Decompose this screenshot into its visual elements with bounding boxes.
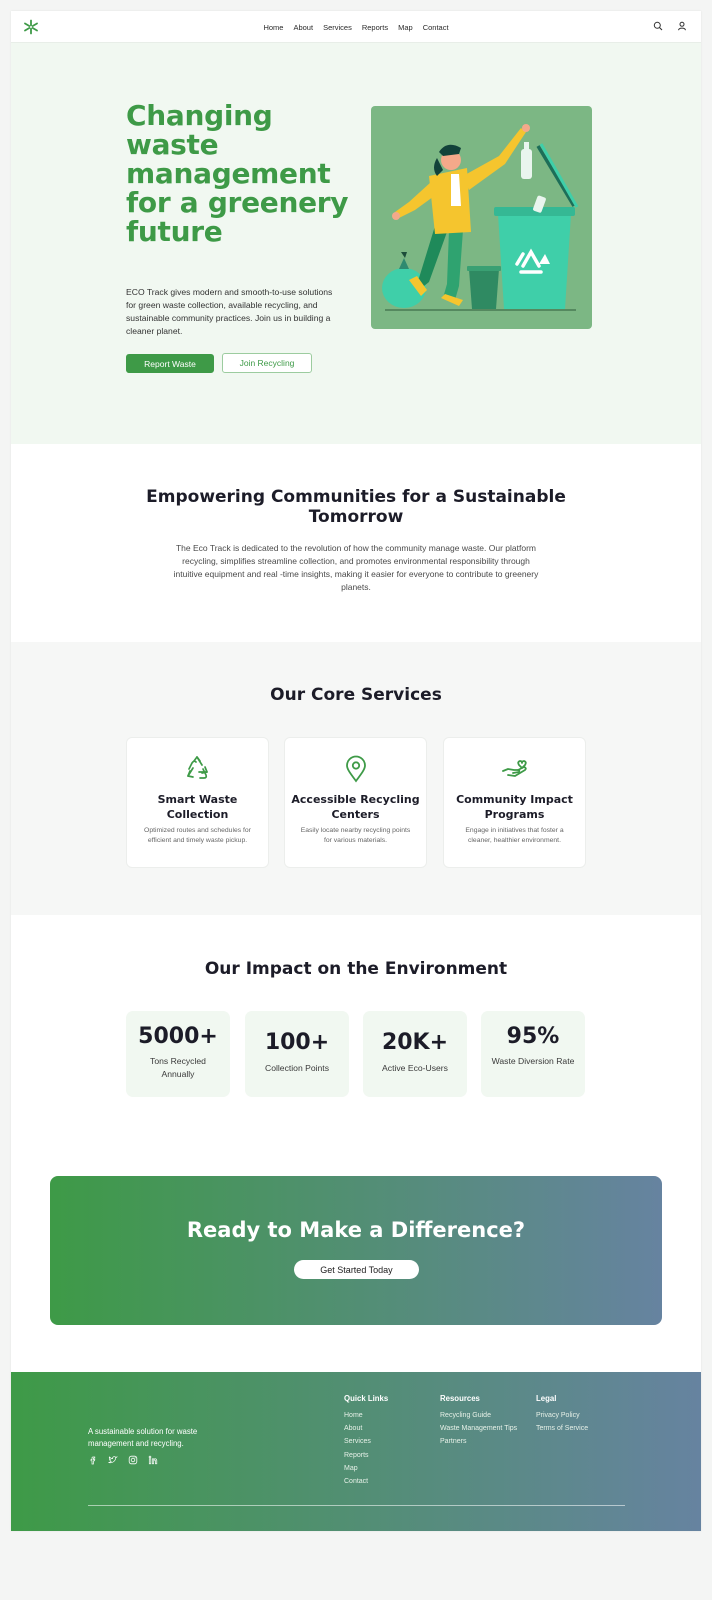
mission-text: The Eco Track is dedicated to the revolu… — [173, 543, 539, 592]
service-text: Easily locate nearby recycling points fo… — [300, 827, 411, 844]
service-title: Accessible Recycling Centers — [291, 793, 420, 821]
footer-column-resources: Resources Recycling Guide Waste Manageme… — [440, 1394, 517, 1449]
social-links — [88, 1455, 158, 1465]
nav-links: Home About Services Reports Map Contact — [11, 11, 701, 43]
search-icon[interactable] — [653, 21, 663, 31]
service-card-smart-waste-collection[interactable]: Smart Waste Collection Optimized routes … — [126, 737, 269, 868]
footer-link-services[interactable]: Services — [344, 1435, 388, 1448]
service-card-community-impact-programs[interactable]: Community Impact Programs Engage in init… — [443, 737, 586, 868]
nav-link-reports[interactable]: Reports — [362, 23, 388, 32]
top-navbar: Home About Services Reports Map Contact — [11, 11, 701, 43]
hero-title: Changing waste management for a greenery… — [126, 99, 349, 248]
stat-card-collection-points: 100+ Collection Points — [245, 1011, 349, 1097]
mission-section: Empowering Communities for a Sustainable… — [11, 444, 701, 642]
nav-link-map[interactable]: Map — [398, 23, 413, 32]
nav-link-about[interactable]: About — [293, 23, 313, 32]
mission-title: Empowering Communities for a Sustainable… — [146, 487, 566, 527]
footer-link-about[interactable]: About — [344, 1422, 388, 1435]
service-title: Smart Waste Collection — [157, 793, 238, 821]
services-section: Our Core Services Smart Waste Collection… — [11, 642, 701, 915]
stat-card-active-eco-users: 20K+ Active Eco-Users — [363, 1011, 467, 1097]
stat-label: Collection Points — [264, 1063, 329, 1073]
footer-link-home[interactable]: Home — [344, 1409, 388, 1422]
service-card-accessible-recycling-centers[interactable]: Accessible Recycling Centers Easily loca… — [284, 737, 427, 868]
linkedin-icon[interactable] — [148, 1455, 158, 1465]
cta-title: Ready to Make a Difference? — [186, 1218, 526, 1242]
footer-link-partners[interactable]: Partners — [440, 1435, 517, 1448]
recycle-icon — [186, 756, 208, 779]
footer-column-title: Legal — [536, 1394, 557, 1403]
map-pin-icon — [345, 755, 366, 783]
page-frame: Home About Services Reports Map Contact … — [11, 11, 701, 1531]
footer-link-contact[interactable]: Contact — [344, 1475, 388, 1488]
impact-section: Our Impact on the Environment 5000+ Tons… — [11, 915, 701, 1165]
stat-value: 5000+ — [138, 1024, 218, 1049]
footer-link-waste-management-tips[interactable]: Waste Management Tips — [440, 1422, 517, 1435]
nav-link-home[interactable]: Home — [263, 23, 283, 32]
nav-link-contact[interactable]: Contact — [423, 23, 449, 32]
cta-banner: Ready to Make a Difference? Get Started … — [50, 1176, 662, 1325]
hero-illustration — [371, 106, 592, 329]
stat-card-waste-diversion-rate: 95% Waste Diversion Rate — [481, 1011, 585, 1097]
stat-value: 100+ — [264, 1030, 330, 1055]
facebook-icon[interactable] — [88, 1455, 98, 1465]
stat-label: Active Eco-Users — [382, 1063, 448, 1073]
report-waste-button[interactable]: Report Waste — [126, 354, 214, 373]
hero-section: Changing waste management for a greenery… — [11, 43, 701, 444]
nav-link-services[interactable]: Services — [323, 23, 352, 32]
service-title: Community Impact Programs — [456, 793, 573, 821]
stat-label: Tons Recycled Annually — [150, 1056, 206, 1079]
stat-value: 95% — [506, 1024, 560, 1049]
footer-column-title: Quick Links — [344, 1394, 389, 1403]
footer-tagline: A sustainable solution for waste managem… — [88, 1427, 198, 1448]
service-text: Optimized routes and schedules for effic… — [144, 827, 251, 844]
service-text: Engage in initiatives that foster a clea… — [465, 827, 564, 844]
stat-label: Waste Diversion Rate — [491, 1056, 575, 1066]
nav-icons — [653, 21, 687, 31]
footer-link-map[interactable]: Map — [344, 1462, 388, 1475]
footer-link-terms-of-service[interactable]: Terms of Service — [536, 1422, 588, 1435]
footer: A sustainable solution for waste managem… — [11, 1372, 701, 1531]
user-icon[interactable] — [677, 21, 687, 31]
footer-column-title: Resources — [440, 1394, 480, 1403]
twitter-icon[interactable] — [108, 1455, 118, 1465]
footer-divider — [88, 1505, 625, 1506]
get-started-button[interactable]: Get Started Today — [294, 1260, 419, 1279]
join-recycling-button[interactable]: Join Recycling — [222, 353, 312, 373]
stat-value: 20K+ — [381, 1030, 449, 1055]
footer-link-reports[interactable]: Reports — [344, 1449, 388, 1462]
hero-description: ECO Track gives modern and smooth-to-use… — [126, 287, 333, 336]
footer-link-recycling-guide[interactable]: Recycling Guide — [440, 1409, 517, 1422]
footer-link-privacy-policy[interactable]: Privacy Policy — [536, 1409, 588, 1422]
stat-card-tons-recycled: 5000+ Tons Recycled Annually — [126, 1011, 230, 1097]
impact-title: Our Impact on the Environment — [204, 959, 508, 979]
instagram-icon[interactable] — [128, 1455, 138, 1465]
hand-heart-icon — [501, 760, 527, 777]
footer-column-quick-links: Quick Links Home About Services Reports … — [344, 1394, 388, 1488]
footer-column-legal: Legal Privacy Policy Terms of Service — [536, 1394, 588, 1435]
services-title: Our Core Services — [270, 685, 442, 705]
